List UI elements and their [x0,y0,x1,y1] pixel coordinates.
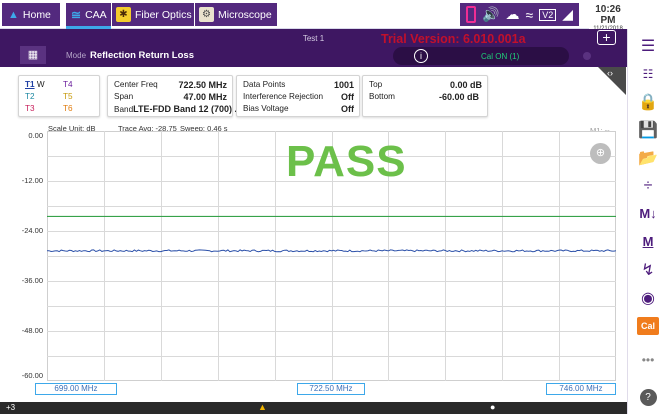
pass-result: PASS [286,137,407,186]
camera-icon[interactable]: ◉ [628,285,667,310]
info-icon[interactable]: i [414,49,428,63]
v2-badge[interactable]: V2 [539,8,557,21]
tab-fiber-label: Fiber Optics [135,8,192,21]
trace-t5[interactable]: T5 [63,91,73,103]
more-icon[interactable]: ••• [628,347,667,372]
notification-count[interactable]: +3 [6,403,15,412]
cal-label: Cal [637,316,659,335]
center-frequency[interactable]: 722.50 MHz [297,383,365,395]
interference-label: Interference Rejection [243,92,324,101]
frequency-card[interactable]: Center Freq 722.50 MHz Span 47.00 MHz Band… [107,75,242,117]
tab-microscope-label: Microscope [218,8,272,21]
tab-fiber-optics[interactable]: ✱ Fiber Optics [112,3,194,26]
microscope-icon: ⚙ [199,7,214,22]
mode-value[interactable]: Reflection Return Loss [90,50,194,61]
span-label: Span [114,92,134,101]
span-value: 47.00 MHz [183,92,227,102]
bottom-status-bar: +3 ▲ ● [0,402,627,414]
top-value: 0.00 dB [449,80,482,90]
marker-down-icon[interactable]: M↓ [628,201,667,226]
peak-icon[interactable]: ↯ [628,257,667,282]
tab-home[interactable]: ▲ Home [2,3,60,26]
marker-panel-icon[interactable]: ‹› [607,68,613,78]
amplitude-card[interactable]: Top 0.00 dB Bottom -60.00 dB [362,75,488,117]
trace-t1[interactable]: T1 W [25,79,45,91]
wifi-icon[interactable]: ≈ [526,7,534,23]
trace-t4[interactable]: T4 [63,79,73,91]
trial-version: Trial Version: 6.010.001a [381,32,526,46]
location-icon[interactable]: ● [490,402,495,412]
tab-caa-label: CAA [85,8,107,21]
mode-label: Mode [66,51,87,60]
hamburger-menu-icon[interactable]: ☰ [628,33,667,58]
tab-home-label: Home [22,8,51,21]
folder-open-icon[interactable]: 📂 [628,145,667,170]
tab-microscope[interactable]: ⚙ Microscope [195,3,277,26]
divide-icon[interactable]: ÷ [628,173,667,198]
signal-icon: ◢ [562,6,573,22]
data-points-label: Data Points [243,80,286,89]
data-points-value: 1001 [333,80,354,90]
fiber-optics-icon: ✱ [116,7,131,22]
center-freq-label: Center Freq [114,80,158,89]
trace-t1-label: T1 [25,80,35,89]
trace-t6[interactable]: T6 [63,103,73,115]
battery-icon [466,6,477,23]
cal-status: Cal ON (1) [481,52,520,61]
top-label: Top [369,80,383,89]
y-tick-label: -48.00 [21,326,43,335]
band-value: LTE-FDD Band 12 (700) ... [133,104,242,114]
mode-header: Test 1 Trial Version: 6.010.001a + ▦ Mod… [0,29,627,67]
y-tick-label: -12.00 [21,176,43,185]
test-title: Test 1 [302,34,325,43]
cloud-icon[interactable]: ☁ [506,6,520,23]
trace-list-icon[interactable]: ☷ [628,61,667,86]
bottom-label: Bottom [369,92,395,101]
tab-caa[interactable]: ≅ CAA [66,3,111,29]
band-label: Band [114,105,134,114]
y-tick-label: -60.00 [21,371,43,380]
caa-icon: ≅ [71,7,82,22]
cal-button[interactable]: Cal [628,313,667,338]
speaker-icon[interactable]: 🔊 [482,6,499,23]
app-menu-grid-icon[interactable]: ▦ [20,46,46,64]
bottom-value: -60.00 dB [438,92,479,102]
lock-icon[interactable]: 🔒 [628,89,667,114]
marker-icon[interactable]: M [628,229,667,254]
home-icon: ▲ [8,8,19,21]
y-tick-label: -36.00 [21,276,43,285]
save-icon[interactable]: 💾 [628,117,667,142]
start-frequency[interactable]: 699.00 MHz [35,383,117,395]
record-indicator [583,52,591,60]
help-icon: ? [639,389,657,406]
bias-voltage-label: Bias Voltage [243,104,289,113]
sweep-settings-card[interactable]: Data Points 1001 Interference Rejection Of… [236,75,360,117]
zoom-icon[interactable]: ⊕ [590,143,611,164]
y-tick-label: -24.00 [21,226,43,235]
clock-time: 10:26 PM [595,4,621,26]
trace-selector-card[interactable]: T1 W T4 T2 T5 T3 T6 [18,75,100,117]
status-icons: 🔊 ☁ ≈ V2 ◢ [460,3,579,26]
add-test-button[interactable]: + [597,30,616,45]
trace-t3[interactable]: T3 [25,103,35,115]
right-toolbar: ☰ ☷ 🔒 💾 📂 ÷ M↓ M ↯ ◉ Cal ••• ? [627,29,667,414]
center-freq-value: 722.50 MHz [178,80,227,90]
warning-icon[interactable]: ▲ [258,402,267,412]
trace-t1-mode: W [36,80,45,89]
y-tick-label: 0.00 [28,131,43,140]
interference-value: Off [341,92,354,102]
bias-voltage-value: Off [341,104,354,114]
clock: 10:26 PM 11/21/2018 [589,0,627,32]
top-tab-bar: ▲ Home ≅ CAA ✱ Fiber Optics ⚙ Microscope… [0,0,627,32]
help-button[interactable]: ? [628,385,667,410]
stop-frequency[interactable]: 746.00 MHz [546,383,616,395]
trace-t2[interactable]: T2 [25,91,35,103]
